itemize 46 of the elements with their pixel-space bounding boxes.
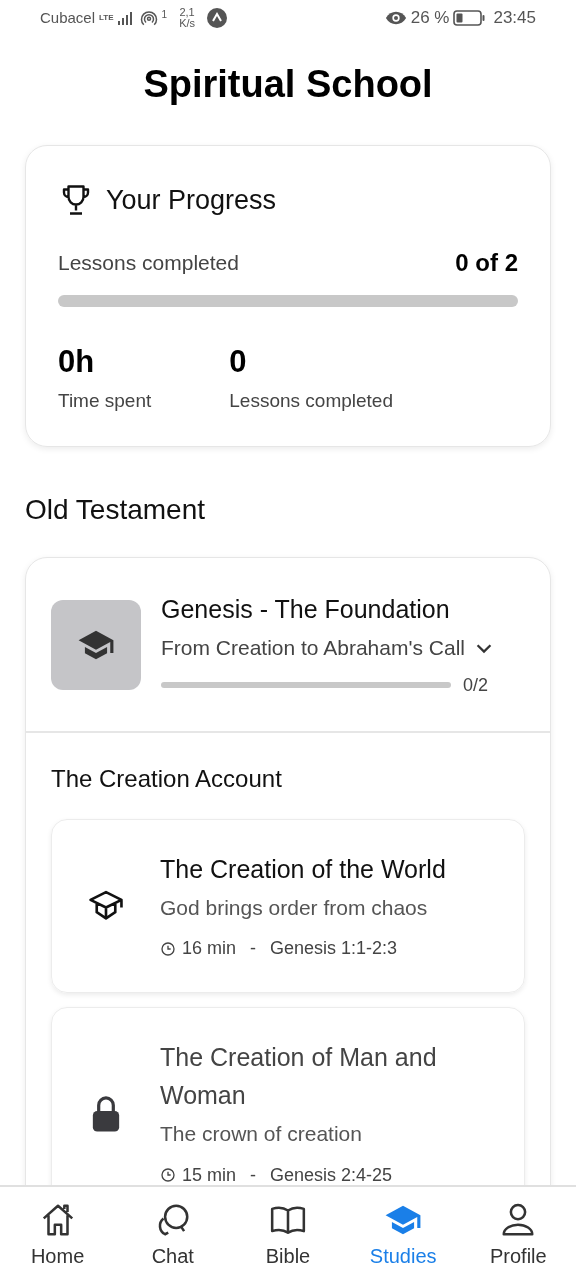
lock-icon [91, 1094, 121, 1133]
clock-time: 23:45 [493, 7, 536, 30]
progress-label: Lessons completed [58, 249, 239, 276]
clock-icon [160, 1167, 176, 1184]
course-header[interactable]: Genesis - The Foundation From Creation to Abraham's Call 0/2 [26, 557, 550, 731]
nav-tab[interactable]: Home [7, 1201, 108, 1271]
eye-icon [384, 10, 407, 26]
lesson-group-heading: The Creation Account [51, 763, 283, 794]
clock-icon [160, 940, 176, 957]
lesson-description: The crown of creation [160, 1121, 363, 1148]
nav-tab[interactable]: Chat [122, 1201, 223, 1271]
signal-icon [117, 11, 132, 25]
stat-label: Time spent [58, 389, 152, 414]
section-heading: Old Testament [25, 492, 207, 527]
lesson-card[interactable]: The Creation of the World God brings order from chaos 16 min - Genesis 1:1-2:3 [51, 818, 525, 994]
separator-dash: - [250, 937, 257, 961]
stat-value: 0 [229, 342, 248, 381]
battery-icon [453, 10, 486, 26]
lesson-reference: Genesis 1:1-2:3 [270, 937, 398, 961]
nav-tab[interactable]: Studies [353, 1201, 454, 1271]
carrier-name: Cubacel [40, 7, 96, 28]
graduation-cap-icon [87, 889, 125, 923]
nav-tab[interactable]: Profile [468, 1201, 569, 1271]
speed-value: 2,1 [179, 7, 195, 18]
course-progress-count: 0/2 [463, 673, 489, 697]
course-title: Genesis - The Foundation [161, 593, 451, 625]
course-subtitle: From Creation to Abraham's Call [161, 635, 465, 662]
progress-count: 0 of 2 [455, 247, 518, 278]
hotspot-icon [139, 9, 158, 27]
lesson-title: The Creation of Man and Woman [160, 1042, 438, 1112]
battery-percent: 26 % [410, 7, 450, 30]
lesson-duration: 16 min [182, 937, 237, 961]
separator-dash: - [250, 1163, 257, 1185]
page-title: Spiritual School [142, 62, 434, 107]
lesson-duration: 15 min [182, 1163, 237, 1185]
lesson-reference: Genesis 2:4-25 [270, 1163, 393, 1185]
nav-tab[interactable]: Bible [237, 1201, 338, 1271]
caret-up-icon [207, 8, 228, 28]
speed-unit: K/s [179, 18, 196, 29]
progress-heading: Your Progress [106, 184, 277, 217]
network-type: LTE [99, 14, 114, 22]
hotspot-count: 1 [161, 7, 168, 22]
lesson-title: The Creation of the World [160, 853, 447, 885]
stat-value: 0h [58, 342, 96, 381]
lesson-description: God brings order from chaos [160, 894, 429, 921]
stat-label: Lessons completed [229, 389, 393, 414]
